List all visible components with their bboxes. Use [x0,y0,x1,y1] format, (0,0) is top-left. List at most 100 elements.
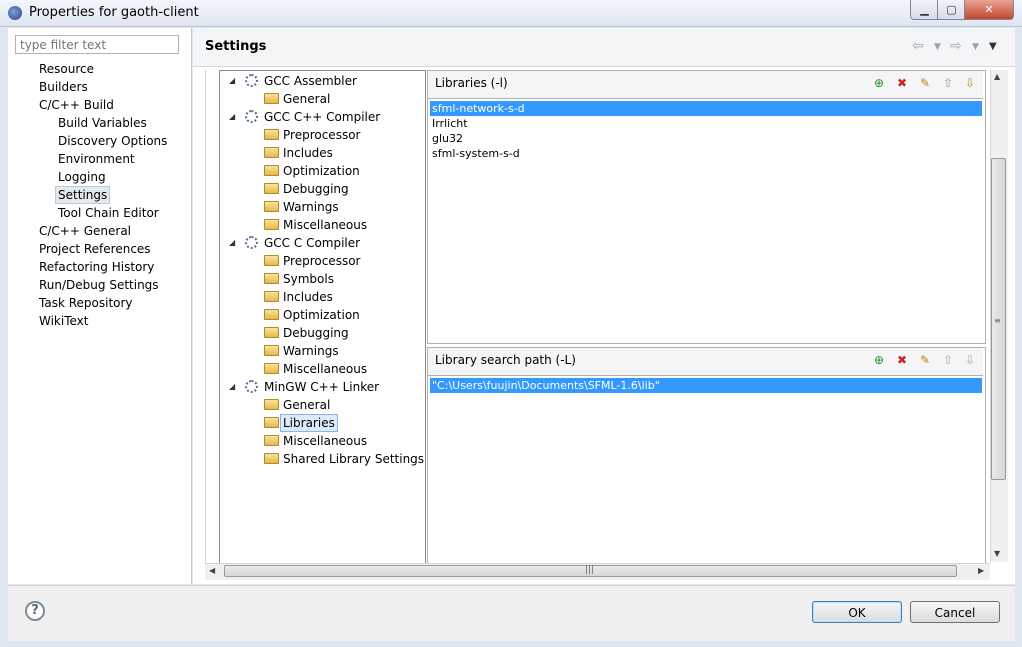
window-title: Properties for gaoth-client [29,5,199,20]
nav-item-resource[interactable]: Resource [39,61,94,77]
tree-item-linker-general[interactable]: General [283,397,330,413]
tree-item-c-symbols[interactable]: Symbols [283,271,334,287]
move-down-icon[interactable]: ⇩ [963,76,977,90]
folder-icon [264,291,279,302]
forward-menu-chevron-icon[interactable]: ▼ [972,42,979,52]
nav-item-settings[interactable]: Settings [55,186,111,204]
collapse-icon[interactable]: ◢ [229,238,235,247]
gear-icon [245,110,258,123]
tree-item-cpp-warnings[interactable]: Warnings [283,199,339,215]
library-item[interactable]: sfml-network-s-d [430,101,982,116]
tree-item-cpp-includes[interactable]: Includes [283,145,333,161]
collapse-icon[interactable]: ◢ [229,112,235,121]
nav-item-environment[interactable]: Environment [58,151,135,167]
library-item[interactable]: glu32 [430,131,982,146]
folder-icon [264,363,279,374]
nav-item-refactoring-history[interactable]: Refactoring History [39,259,154,275]
tree-item-gcc-assembler[interactable]: GCC Assembler [264,73,357,89]
tree-item-c-optimization[interactable]: Optimization [283,307,360,323]
gear-icon [245,74,258,87]
folder-icon [264,399,279,410]
cancel-button[interactable]: Cancel [910,601,1000,623]
tree-item-linker-libraries[interactable]: Libraries [280,414,338,432]
tree-item-cpp-optimization[interactable]: Optimization [283,163,360,179]
nav-item-run-debug-settings[interactable]: Run/Debug Settings [39,277,159,293]
minimize-button[interactable]: ▁ [910,0,939,20]
add-icon[interactable]: ⊕ [872,353,886,367]
tree-item-assembler-general[interactable]: General [283,91,330,107]
folder-icon [264,453,279,464]
library-item[interactable]: sfml-system-s-d [430,146,982,161]
tree-item-cpp-preprocessor[interactable]: Preprocessor [283,127,360,143]
nav-item-logging[interactable]: Logging [58,169,106,185]
search-path-title: Library search path (-L) [435,353,576,367]
delete-icon[interactable]: ✖ [895,76,909,90]
close-button[interactable]: ✕ [964,0,1014,20]
eclipse-app-icon [8,6,22,20]
tree-item-cpp-debugging[interactable]: Debugging [283,181,349,197]
tab-divider [205,70,206,563]
back-menu-chevron-icon[interactable]: ▼ [934,42,941,52]
nav-item-build-variables[interactable]: Build Variables [58,115,147,131]
nav-item-project-references[interactable]: Project References [39,241,151,257]
search-path-item[interactable]: "C:\Users\fuujin\Documents\SFML-1.6\lib" [430,378,982,393]
minimize-icon: ▁ [920,3,929,16]
tree-item-mingw-cpp-linker[interactable]: MinGW C++ Linker [264,379,379,395]
maximize-button[interactable]: ▢ [937,0,966,20]
page-title: Settings [205,39,267,54]
libraries-title: Libraries (-l) [435,76,508,90]
tree-item-cpp-miscellaneous[interactable]: Miscellaneous [283,217,367,233]
folder-icon [264,309,279,320]
tree-item-shared-library-settings[interactable]: Shared Library Settings [283,451,424,467]
scroll-right-icon[interactable]: ▶ [978,566,984,575]
tree-item-c-debugging[interactable]: Debugging [283,325,349,341]
tree-item-gcc-cpp-compiler[interactable]: GCC C++ Compiler [264,109,380,125]
folder-icon [264,183,279,194]
move-up-icon[interactable]: ⇧ [941,76,955,90]
nav-item-task-repository[interactable]: Task Repository [39,295,133,311]
folder-icon [264,417,279,428]
help-button[interactable]: ? [25,601,45,621]
gear-icon [245,380,258,393]
maximize-icon: ▢ [946,3,957,16]
gear-icon [245,236,258,249]
nav-item-cpp-build[interactable]: C/C++ Build [39,97,114,113]
help-icon: ? [31,603,39,618]
tree-item-gcc-c-compiler[interactable]: GCC C Compiler [264,235,360,251]
ok-button[interactable]: OK [812,601,902,623]
delete-icon[interactable]: ✖ [895,353,909,367]
folder-icon [264,165,279,176]
move-up-icon[interactable]: ⇧ [941,353,955,367]
collapse-icon[interactable]: ◢ [229,76,235,85]
edit-icon[interactable]: ✎ [918,353,932,367]
scroll-grip-icon: ≡ [994,316,1001,325]
settings-header [193,28,1015,67]
filter-input[interactable] [15,35,179,54]
scroll-grip-icon: ||| [585,565,595,575]
tree-item-linker-miscellaneous[interactable]: Miscellaneous [283,433,367,449]
move-down-icon[interactable]: ⇩ [963,353,977,367]
tree-item-c-preprocessor[interactable]: Preprocessor [283,253,360,269]
library-item[interactable]: Irrlicht [430,116,982,131]
folder-icon [264,345,279,356]
forward-arrow-icon[interactable]: ⇨ [950,38,962,54]
tree-item-c-warnings[interactable]: Warnings [283,343,339,359]
folder-icon [264,255,279,266]
scroll-left-icon[interactable]: ◀ [209,566,215,575]
tree-item-c-includes[interactable]: Includes [283,289,333,305]
folder-icon [264,147,279,158]
nav-item-cpp-general[interactable]: C/C++ General [39,223,131,239]
tree-item-c-miscellaneous[interactable]: Miscellaneous [283,361,367,377]
scroll-up-icon[interactable]: ▲ [994,72,1000,81]
add-icon[interactable]: ⊕ [872,76,886,90]
nav-item-wikitext[interactable]: WikiText [39,313,89,329]
view-menu-icon[interactable]: ▼ [989,41,997,52]
nav-item-discovery-options[interactable]: Discovery Options [58,133,167,149]
edit-icon[interactable]: ✎ [918,76,932,90]
collapse-icon[interactable]: ◢ [229,382,235,391]
folder-icon [264,129,279,140]
scroll-down-icon[interactable]: ▼ [994,549,1000,558]
nav-item-builders[interactable]: Builders [39,79,88,95]
nav-item-tool-chain-editor[interactable]: Tool Chain Editor [58,205,159,221]
back-arrow-icon[interactable]: ⇦ [912,38,924,54]
